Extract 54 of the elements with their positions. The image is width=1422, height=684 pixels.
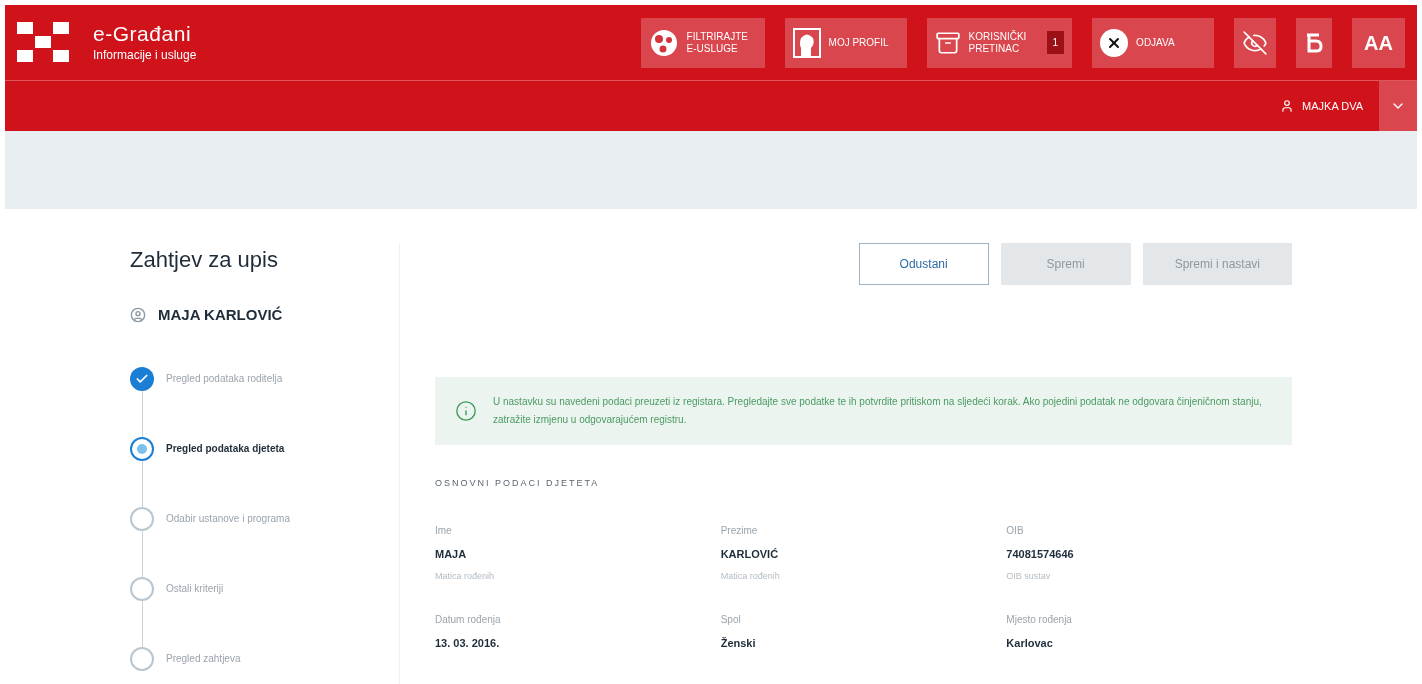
step-item[interactable]: Pregled zahtjeva xyxy=(130,646,399,671)
field-label: Mjesto rođenja xyxy=(1006,612,1073,627)
info-icon xyxy=(455,400,477,422)
field-label: Prezime xyxy=(720,523,759,538)
brand-name: e-Građani xyxy=(93,21,193,46)
field-value: MAJA xyxy=(435,546,468,562)
page-title: Zahtjev za upis xyxy=(130,246,279,274)
header-action-button[interactable]: MOJ PROFIL xyxy=(784,17,907,68)
person-icon xyxy=(130,307,146,324)
text-size-button[interactable]: AA xyxy=(1352,17,1405,68)
step-item[interactable]: Pregled podataka djeteta xyxy=(130,436,399,461)
archive-icon xyxy=(934,29,961,56)
field-label: Datum rođenja xyxy=(435,612,502,627)
header-action-button[interactable] xyxy=(1234,17,1277,68)
field-source: Matica rođenih xyxy=(720,570,781,583)
action-label: KORISNIČKI PRETINAC xyxy=(968,30,1028,55)
notice-text: U nastavku su navedeni podaci preuzeti iz registara. Pregledajte sve podatke te ih potvrdite pritiskom na sljedeći korak. Ako pojedini podatak ne odgovara činjeničnom stanju, zatražite izmjenu u odgovarajućem registru. xyxy=(493,395,1263,427)
field-source: OIB sustav xyxy=(1006,570,1052,583)
step-item[interactable]: Pregled podataka roditelja xyxy=(130,366,399,391)
field-value: Karlovac xyxy=(1006,635,1054,651)
field-label: Spol xyxy=(720,612,742,627)
field-value: 13. 03. 2016. xyxy=(435,635,501,651)
brand-tagline: Informacije i usluge xyxy=(93,46,197,64)
current-step-icon xyxy=(130,436,154,461)
header-action-button[interactable]: KORISNIČKI PRETINAC 1 xyxy=(926,17,1073,68)
profile-icon xyxy=(792,27,821,58)
ball-icon xyxy=(648,27,679,58)
field-source: Matica rođenih xyxy=(435,570,496,583)
action-label: FILTRIRAJTE E-USLUGE xyxy=(686,30,750,55)
user-icon xyxy=(1280,99,1295,113)
step-item[interactable]: Ostali kriteriji xyxy=(130,576,399,601)
action-label: ODJAVA xyxy=(1136,36,1176,49)
step-item[interactable]: Odabir ustanove i programa xyxy=(130,506,399,531)
form-button[interactable]: Odustani xyxy=(858,243,989,285)
field-value: 74081574646 xyxy=(1006,546,1075,562)
header-action-button[interactable]: ODJAVA xyxy=(1092,17,1215,68)
action-label: MOJ PROFIL xyxy=(828,36,890,49)
pending-step-icon xyxy=(130,506,154,531)
user-menu[interactable]: MAJKA DVA xyxy=(1280,97,1363,115)
pending-step-icon xyxy=(130,646,154,671)
font-icon xyxy=(1304,31,1325,54)
field-label: OIB xyxy=(1006,523,1025,538)
header-action-button[interactable] xyxy=(1296,17,1333,68)
header-action-button[interactable]: FILTRIRAJTE E-USLUGE xyxy=(640,17,765,68)
count-badge: 1 xyxy=(1046,31,1065,54)
field-value: Ženski xyxy=(720,635,757,651)
pending-step-icon xyxy=(130,576,154,601)
field-label: Ime xyxy=(435,523,453,538)
check-icon xyxy=(130,366,154,391)
field-value: KARLOVIĆ xyxy=(720,546,780,562)
close-icon xyxy=(1100,28,1129,57)
eye-off-icon xyxy=(1242,29,1269,56)
person-name: MAJA KARLOVIĆ xyxy=(158,305,283,325)
section-heading: OSNOVNI PODACI DJETETA xyxy=(435,477,601,490)
